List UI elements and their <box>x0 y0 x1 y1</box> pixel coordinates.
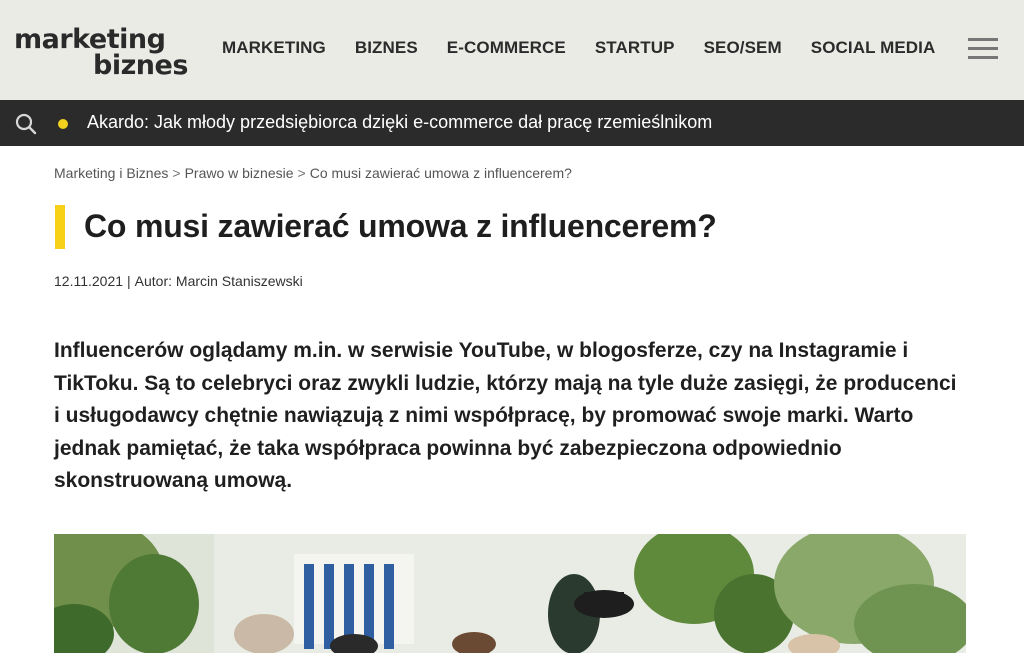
search-icon[interactable] <box>14 112 38 136</box>
article-date: 12.11.2021 <box>54 273 124 289</box>
breadcrumb-home[interactable]: Marketing i Biznes <box>54 165 168 181</box>
site-logo[interactable]: marketing biznes <box>14 20 188 80</box>
nav-item-social-media[interactable]: SOCIAL MEDIA <box>811 38 936 58</box>
main-nav: MARKETING BIZNES E-COMMERCE STARTUP SEO/… <box>222 38 964 58</box>
meta-divider: | <box>127 273 131 289</box>
nav-item-startup[interactable]: STARTUP <box>595 38 675 58</box>
article-hero-image <box>54 534 966 653</box>
nav-item-seo-sem[interactable]: SEO/SEM <box>704 38 782 58</box>
nav-item-marketing[interactable]: MARKETING <box>222 38 326 58</box>
ticker-headline-link[interactable]: Akardo: Jak młody przedsiębiorca dzięki … <box>87 112 712 133</box>
ticker-bullet-icon <box>58 119 68 129</box>
page-title: Co musi zawierać umowa z influencerem? <box>84 208 717 244</box>
article-author[interactable]: Autor: Marcin Staniszewski <box>135 273 303 289</box>
article-meta: 12.11.2021 | Autor: Marcin Staniszewski <box>54 273 303 289</box>
news-ticker: Akardo: Jak młody przedsiębiorca dzięki … <box>0 100 1024 146</box>
nav-item-ecommerce[interactable]: E-COMMERCE <box>447 38 566 58</box>
title-accent-bar <box>55 205 65 249</box>
breadcrumb-current: Co musi zawierać umowa z influencerem? <box>309 165 572 181</box>
breadcrumb: Marketing i Biznes > Prawo w biznesie > Co m… <box>54 165 572 181</box>
article-lead: Influencerów oglądamy m.in. w serwisie Y… <box>54 339 957 492</box>
breadcrumb-separator: > <box>297 165 306 181</box>
logo-line-2: biznes <box>93 50 188 81</box>
nav-item-biznes[interactable]: BIZNES <box>355 38 418 58</box>
breadcrumb-separator: > <box>172 165 181 181</box>
hamburger-menu-icon[interactable] <box>968 38 998 60</box>
breadcrumb-category[interactable]: Prawo w biznesie <box>185 165 294 181</box>
site-header: marketing biznes MARKETING BIZNES E-COMM… <box>0 0 1024 100</box>
